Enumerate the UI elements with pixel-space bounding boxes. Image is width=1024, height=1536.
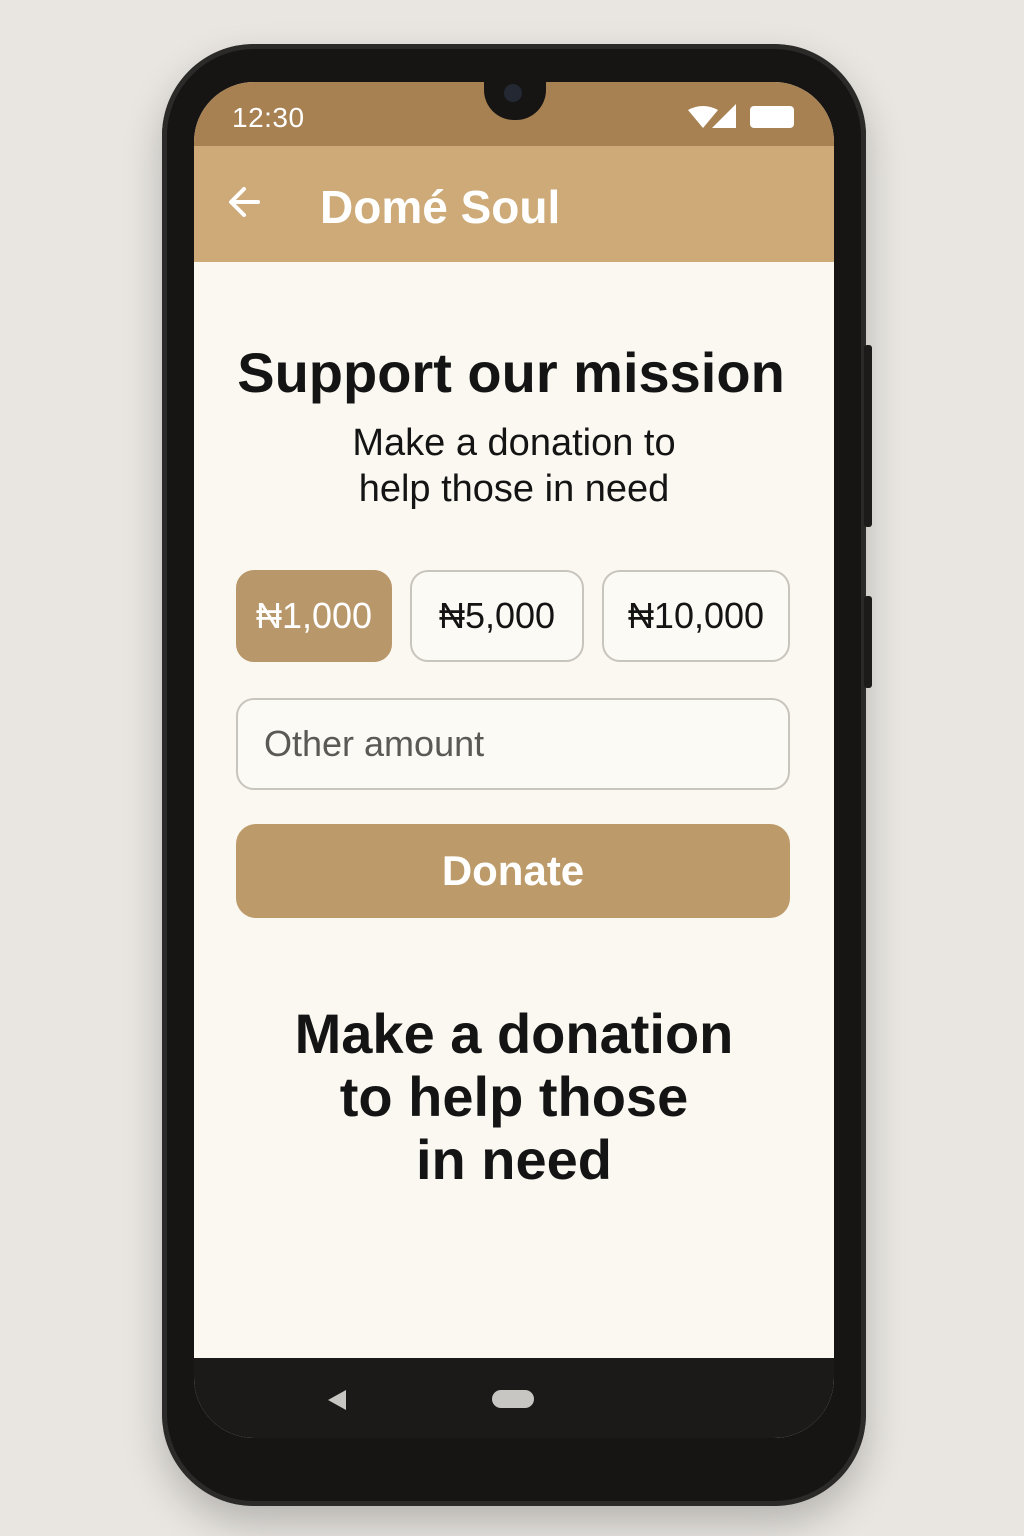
- arrow-left-icon[interactable]: [226, 184, 262, 220]
- page-title: Support our mission: [237, 341, 785, 404]
- donate-button[interactable]: Donate: [236, 824, 790, 918]
- app-title: Domé Soul: [320, 181, 561, 233]
- other-amount-input[interactable]: [236, 698, 790, 790]
- signal-icon: [712, 104, 736, 128]
- battery-icon: [750, 106, 794, 128]
- camera-icon: [504, 84, 522, 102]
- amount-option-5000[interactable]: ₦5,000: [410, 570, 584, 662]
- volume-button: [864, 345, 872, 527]
- page-subtitle: Make a donation to help those in need: [352, 422, 676, 510]
- home-pill-icon[interactable]: [492, 1390, 534, 1408]
- amount-option-10000[interactable]: ₦10,000: [602, 570, 790, 662]
- triangle-back-icon[interactable]: [326, 1388, 348, 1412]
- status-time: 12:30: [232, 102, 305, 133]
- system-nav-bar: [194, 1358, 834, 1438]
- phone-screen: 12:30 Domé Soul Support our mission Make…: [194, 82, 834, 1438]
- app-bar: Domé Soul: [194, 146, 834, 262]
- donation-content: Support our mission Make a donation to h…: [194, 262, 834, 1358]
- power-button: [864, 596, 872, 688]
- donation-message: Make a donation to help those in need: [294, 1002, 734, 1191]
- status-bar: 12:30: [194, 82, 834, 146]
- amount-option-1000[interactable]: ₦1,000: [236, 570, 392, 662]
